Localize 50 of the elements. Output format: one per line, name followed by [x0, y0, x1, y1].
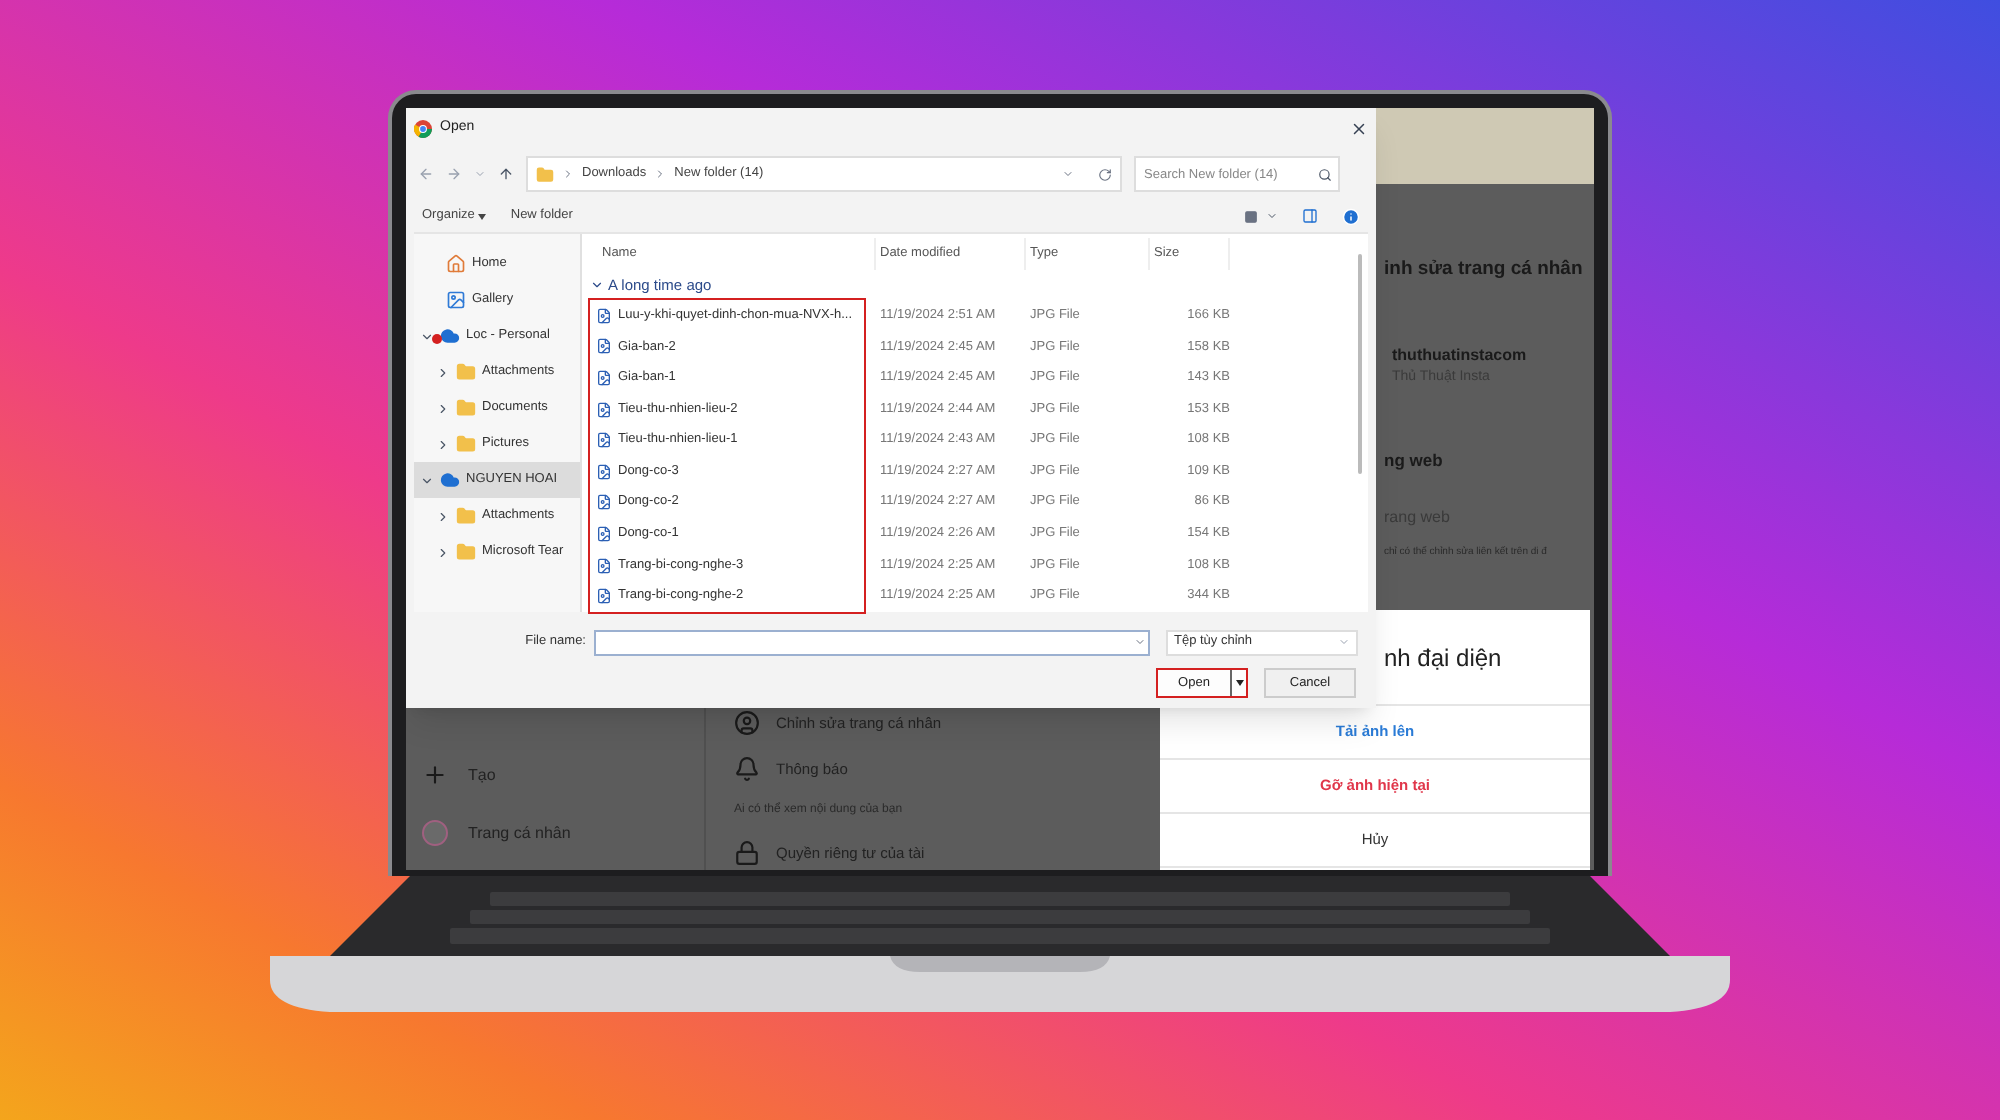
- up-icon[interactable]: [498, 166, 514, 182]
- expand-chevron-icon[interactable]: [420, 329, 434, 343]
- dropdown-icon: [1338, 636, 1350, 648]
- breadcrumb-separator-icon: [654, 168, 667, 180]
- folder-icon: [456, 434, 476, 454]
- person-icon: [734, 710, 760, 736]
- image-file-icon: [596, 557, 612, 574]
- caret-icon: [478, 213, 487, 219]
- image-file-icon: [596, 494, 612, 511]
- folder-icon: [456, 362, 476, 382]
- folder-icon: [456, 506, 476, 526]
- collapse-chevron-icon[interactable]: [436, 545, 450, 559]
- close-icon[interactable]: [1350, 119, 1368, 137]
- image-file-icon: [596, 588, 612, 605]
- image-file-icon: [596, 307, 612, 324]
- browser-logo-icon: [414, 119, 432, 137]
- plus-icon: [422, 762, 448, 788]
- help-icon[interactable]: [1342, 207, 1360, 225]
- caret-icon: [1230, 670, 1246, 696]
- folder-icon: [536, 165, 554, 183]
- collapse-chevron-icon[interactable]: [436, 509, 450, 523]
- folder-icon: [456, 398, 476, 418]
- preview-pane-icon[interactable]: [1302, 208, 1318, 224]
- lock-icon: [734, 840, 760, 866]
- expand-chevron-icon[interactable]: [420, 473, 434, 487]
- username: thuthuatinstacom: [1392, 344, 1527, 368]
- section-heading: ng web: [1384, 448, 1445, 474]
- view-icon[interactable]: [1244, 209, 1258, 223]
- image-file-icon: [596, 463, 612, 480]
- search-icon: [1318, 167, 1332, 181]
- bell-icon: [734, 756, 760, 782]
- image-file-icon: [596, 369, 612, 386]
- image-file-icon: [596, 401, 612, 418]
- image-file-icon: [596, 338, 612, 355]
- file-name-field[interactable]: [594, 629, 1150, 655]
- cloud-icon: [440, 470, 460, 490]
- folder-icon: [456, 542, 476, 562]
- chevron-icon[interactable]: [590, 278, 604, 292]
- breadcrumb-separator-icon: [562, 168, 574, 180]
- page-heading: inh sửa trang cá nhân: [1384, 256, 1585, 284]
- image-file-icon: [596, 432, 612, 449]
- refresh-icon[interactable]: [1098, 167, 1112, 181]
- image-file-icon: [596, 525, 612, 542]
- avatar-icon: [422, 820, 448, 846]
- home-icon: [446, 254, 466, 274]
- gallery-icon: [446, 290, 466, 310]
- collapse-chevron-icon[interactable]: [436, 365, 450, 379]
- collapse-chevron-icon[interactable]: [436, 401, 450, 415]
- cloud-icon: [440, 326, 460, 346]
- collapse-chevron-icon[interactable]: [436, 437, 450, 451]
